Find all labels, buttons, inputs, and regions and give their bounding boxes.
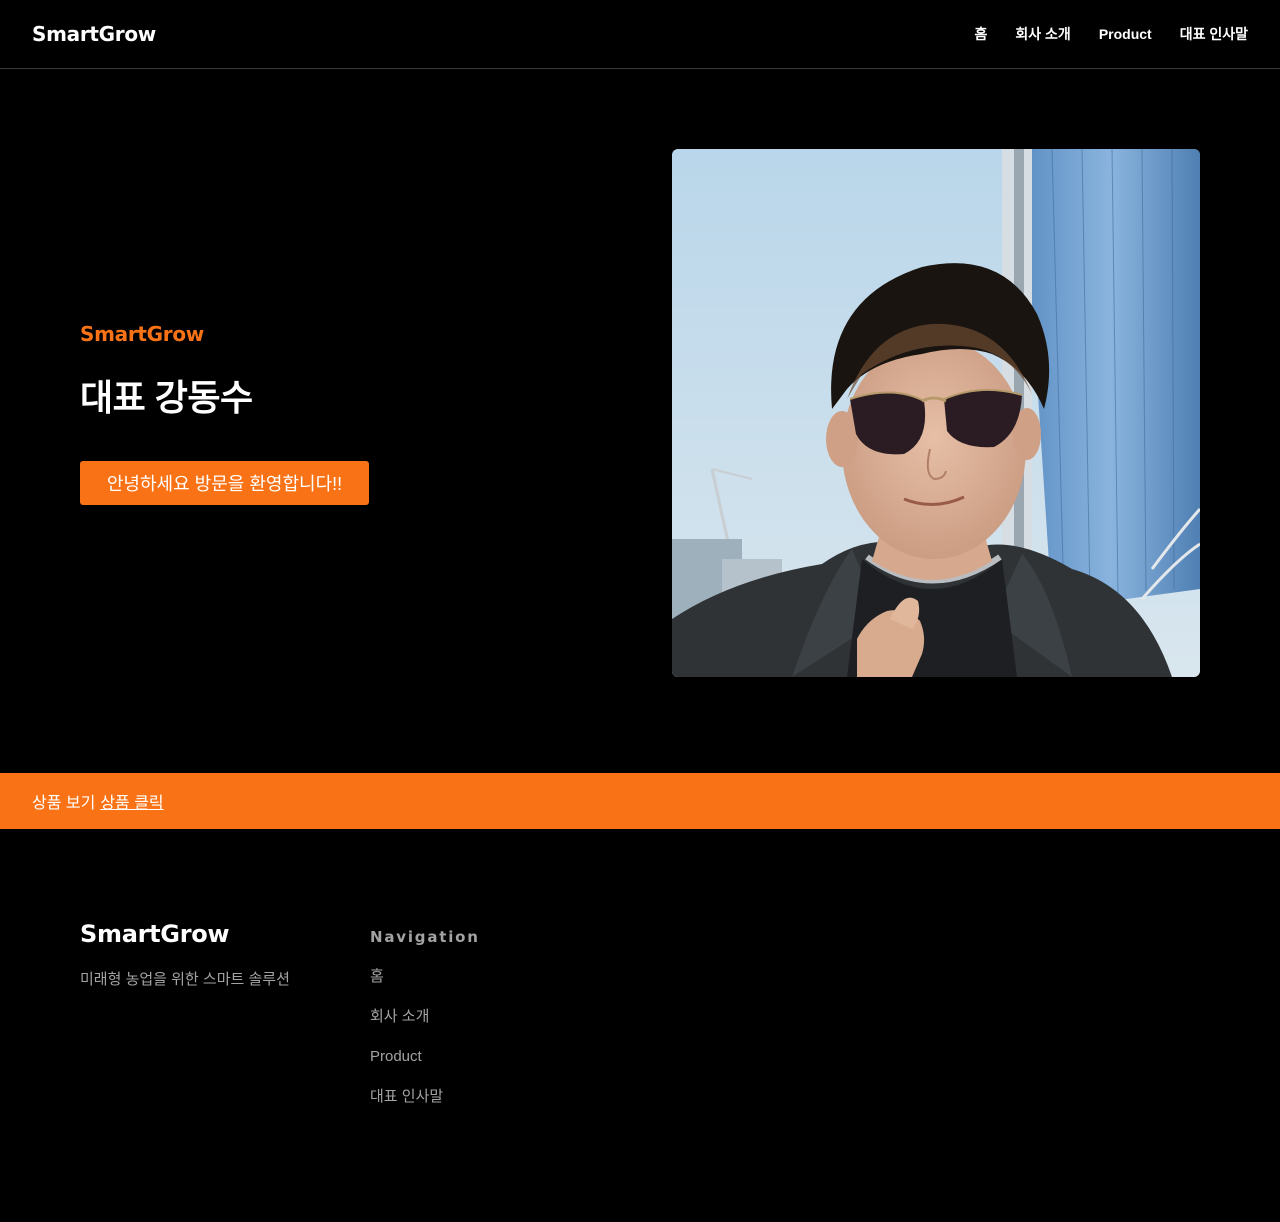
header-logo[interactable]: SmartGrow [32, 22, 156, 46]
nav-item-greeting[interactable]: 대표 인사말 [1180, 24, 1248, 44]
product-banner: 상품 보기 상품 클릭 [0, 773, 1280, 829]
footer-tagline: 미래형 농업을 위한 스마트 솔루션 [80, 971, 290, 988]
site-footer: SmartGrow 미래형 농업을 위한 스마트 솔루션 Navigation … [0, 829, 1280, 1222]
site-header: SmartGrow 홈 회사 소개 Product 대표 인사말 [0, 0, 1280, 69]
footer-nav-item-product[interactable]: Product [370, 1047, 443, 1066]
banner-text: 상품 보기 [32, 795, 96, 812]
hero-section: SmartGrow 대표 강동수 안녕하세요 방문을 환영합니다!! [0, 69, 1280, 773]
ceo-photo [672, 149, 1200, 677]
banner-product-link[interactable]: 상품 클릭 [100, 789, 163, 813]
hero-title: 대표 강동수 [80, 377, 253, 418]
nav-item-home[interactable]: 홈 [975, 24, 988, 44]
footer-nav-item-home[interactable]: 홈 [370, 967, 443, 986]
footer-nav: 홈 회사 소개 Product 대표 인사말 [370, 967, 443, 1106]
nav-item-about[interactable]: 회사 소개 [1015, 24, 1070, 44]
nav-item-product[interactable]: Product [1099, 26, 1152, 42]
footer-nav-item-greeting[interactable]: 대표 인사말 [370, 1087, 443, 1106]
footer-nav-item-about[interactable]: 회사 소개 [370, 1007, 443, 1026]
hero-eyebrow: SmartGrow [80, 322, 204, 346]
header-nav: 홈 회사 소개 Product 대표 인사말 [975, 24, 1249, 44]
ceo-photo-image [672, 149, 1200, 677]
footer-logo: SmartGrow [80, 920, 230, 948]
welcome-button[interactable]: 안녕하세요 방문을 환영합니다!! [80, 461, 369, 505]
footer-nav-title: Navigation [370, 928, 480, 946]
